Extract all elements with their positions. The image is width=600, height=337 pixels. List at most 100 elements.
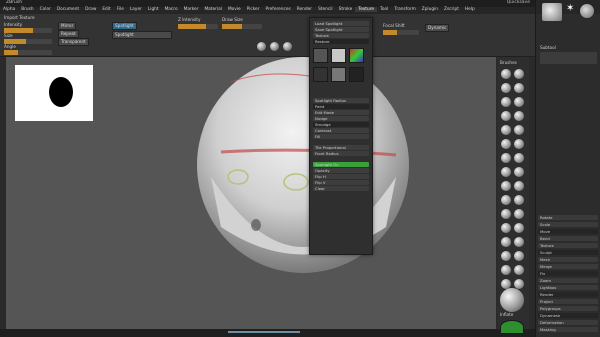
tool-option-render[interactable]: Render — [538, 292, 598, 297]
sphere-tool-icon[interactable] — [580, 4, 594, 18]
menu-item-help[interactable]: Help — [462, 7, 478, 12]
popup-row[interactable]: Texture — [313, 33, 369, 38]
popup-row[interactable]: Tile Proportional — [313, 145, 369, 150]
menu-item-transform[interactable]: Transform — [391, 7, 418, 12]
spotlight-on-button[interactable]: Spotlight On — [313, 162, 369, 167]
brush-sphere-icon[interactable] — [501, 69, 511, 79]
tool-option-merge[interactable]: Merge — [538, 264, 598, 269]
popup-row[interactable]: Edit Mode — [313, 110, 369, 115]
brush-sphere-icon[interactable] — [501, 153, 511, 163]
brush-sphere-icon[interactable] — [501, 265, 511, 275]
dynamic-button[interactable]: Dynamic — [425, 24, 450, 33]
tool-option-mesh[interactable]: Mesh — [538, 257, 598, 262]
popup-row[interactable]: Flip H — [313, 174, 369, 179]
menu-item-edit[interactable]: Edit — [99, 7, 113, 12]
brush-sphere-icon[interactable] — [514, 139, 524, 149]
menu-item-zplugin[interactable]: Zplugin — [419, 7, 441, 12]
popup-row[interactable]: Opacity — [313, 168, 369, 173]
tool-option-sculpt[interactable]: Sculpt — [538, 250, 598, 255]
tool-option-masking[interactable]: Masking — [538, 327, 598, 332]
color-texture-icon[interactable] — [349, 48, 364, 63]
tool-option-polygroups[interactable]: Polygroups — [538, 306, 598, 311]
star-icon[interactable]: ✶ — [566, 4, 576, 14]
menu-item-stroke[interactable]: Stroke — [336, 7, 356, 12]
popup-row[interactable]: Load Spotlight — [313, 21, 369, 26]
texture-slot-icon[interactable] — [313, 67, 328, 82]
draw-size-slider[interactable] — [222, 24, 262, 29]
texture-slot-icon[interactable] — [313, 48, 328, 63]
popup-row[interactable]: Contrast — [313, 128, 369, 133]
brush-sphere-icon[interactable] — [514, 251, 524, 261]
brush-sphere-icon[interactable] — [501, 181, 511, 191]
tool-option-dynamesh[interactable]: Dynamesh — [538, 313, 598, 318]
tool-option-deformation[interactable]: Deformation — [538, 320, 598, 325]
brush-sphere-icon[interactable] — [501, 209, 511, 219]
popup-row[interactable]: Fill — [313, 134, 369, 139]
brush-sphere-icon[interactable] — [514, 97, 524, 107]
texture-slot-icon[interactable] — [331, 67, 346, 82]
tool-option-project[interactable]: Project — [538, 299, 598, 304]
popup-row[interactable]: Smudge — [313, 122, 369, 127]
brush-sphere-icon[interactable] — [501, 139, 511, 149]
menu-item-material[interactable]: Material — [201, 7, 224, 12]
popup-row[interactable]: Restore — [313, 39, 369, 44]
brush-sphere-icon[interactable] — [501, 195, 511, 205]
tool-option-lightbox[interactable]: Lightbox — [538, 285, 598, 290]
brush-sphere-icon[interactable] — [514, 265, 524, 275]
tool-option-rotate[interactable]: Rotate — [538, 215, 598, 220]
brush-sphere-icon[interactable] — [514, 111, 524, 121]
brush-sphere-icon[interactable] — [501, 167, 511, 177]
popup-row[interactable]: Nudge — [313, 116, 369, 121]
tool-option-bend[interactable]: Bend — [538, 236, 598, 241]
popup-row[interactable]: Paint — [313, 104, 369, 109]
brush-sphere-icon[interactable] — [501, 111, 511, 121]
tool-thumbnail-icon[interactable] — [542, 3, 562, 21]
gizmo-button[interactable] — [500, 320, 524, 334]
menu-item-zscript[interactable]: Zscript — [441, 7, 462, 12]
brush-sphere-icon[interactable] — [501, 223, 511, 233]
brush-sphere-icon[interactable] — [514, 125, 524, 135]
menu-item-marker[interactable]: Marker — [181, 7, 202, 12]
brush-sphere-icon[interactable] — [514, 69, 524, 79]
tool-option-scale[interactable]: Scale — [538, 222, 598, 227]
menu-item-alpha[interactable]: Alpha — [0, 7, 18, 12]
menu-item-texture[interactable]: Texture — [355, 7, 378, 13]
brush-sphere-icon[interactable] — [514, 237, 524, 247]
popup-row[interactable]: Save Spotlight — [313, 27, 369, 32]
tool-option-move[interactable]: Move — [538, 229, 598, 234]
brush-sphere-icon[interactable] — [514, 209, 524, 219]
texture-popup[interactable]: Load Spotlight Save Spotlight Texture Re… — [309, 17, 373, 255]
brush-sphere-icon[interactable] — [501, 83, 511, 93]
brush-sphere-icon[interactable] — [514, 167, 524, 177]
menu-item-file[interactable]: File — [114, 7, 127, 12]
menu-item-preferences[interactable]: Preferences — [262, 7, 293, 12]
texture-slot-icon[interactable] — [331, 48, 346, 63]
focal-shift-slider[interactable] — [383, 30, 419, 35]
brush-sphere-icon[interactable] — [501, 251, 511, 261]
brush-sphere-icon[interactable] — [514, 223, 524, 233]
spotlight-option[interactable]: Spotlight — [112, 31, 172, 40]
popup-row[interactable]: Clear — [313, 186, 369, 191]
menu-item-macro[interactable]: Macro — [162, 7, 181, 12]
popup-row[interactable]: Flip V — [313, 180, 369, 185]
repeat-option[interactable]: Repeat — [58, 30, 79, 39]
brush-sphere-icon[interactable] — [501, 237, 511, 247]
menu-item-light[interactable]: Light — [145, 7, 162, 12]
brush-sphere-icon[interactable] — [514, 181, 524, 191]
menu-item-document[interactable]: Document — [54, 7, 82, 12]
popup-row[interactable]: Spotlight Radius — [313, 98, 369, 103]
texture-preview[interactable] — [15, 65, 93, 121]
import-texture-label[interactable]: Import Texture — [4, 15, 35, 20]
material-sphere-icon[interactable] — [270, 42, 279, 51]
menu-item-picker[interactable]: Picker — [244, 7, 263, 12]
tool-option-zoom[interactable]: Zoom — [538, 278, 598, 283]
menu-item-render[interactable]: Render — [294, 7, 315, 12]
menu-item-movie[interactable]: Movie — [225, 7, 244, 12]
tool-option-texture[interactable]: Texture — [538, 243, 598, 248]
transparent-option[interactable]: Transparent — [58, 38, 89, 47]
brush-sphere-icon[interactable] — [514, 153, 524, 163]
mirror-option[interactable]: Mirror — [58, 22, 77, 31]
menu-item-stencil[interactable]: Stencil — [315, 7, 336, 12]
texture-slot-icon[interactable] — [349, 67, 364, 82]
angle-slider[interactable] — [4, 50, 52, 56]
